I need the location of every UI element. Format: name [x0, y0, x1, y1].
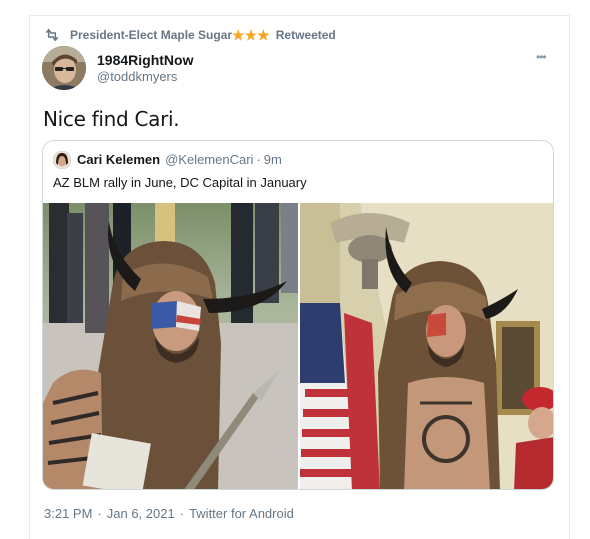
- star-icon: ★: [232, 27, 245, 43]
- tweet-time[interactable]: 3:21 PM: [44, 506, 92, 521]
- retweet-icon: [45, 28, 59, 42]
- tweet-date[interactable]: Jan 6, 2021: [107, 506, 175, 521]
- more-options-icon[interactable]: •••: [536, 51, 547, 63]
- quoted-media[interactable]: [43, 203, 553, 489]
- retweeted-label: Retweeted: [275, 28, 336, 42]
- quoted-tweet-header: Cari Kelemen @KelemenCari · 9m: [77, 152, 282, 167]
- author-avatar[interactable]: [42, 46, 86, 90]
- star-icon: ★: [257, 27, 270, 43]
- quoted-tweet-text: AZ BLM rally in June, DC Capital in Janu…: [53, 175, 307, 190]
- quoted-time: 9m: [263, 152, 282, 167]
- quoted-photo-left[interactable]: [43, 203, 298, 489]
- star-icon: ★: [244, 27, 258, 43]
- quoted-author-avatar: [53, 151, 71, 169]
- quoted-author-name: Cari Kelemen: [77, 152, 161, 167]
- quoted-author-handle: @KelemenCari: [165, 152, 254, 167]
- author-handle[interactable]: @toddkmyers: [97, 69, 177, 84]
- tweet-text: Nice find Cari.: [43, 107, 180, 131]
- separator-dot: ·: [179, 506, 185, 521]
- tweet-source[interactable]: Twitter for Android: [189, 506, 294, 521]
- retweeter-name[interactable]: President-Elect Maple Sugar: [70, 28, 232, 42]
- retweet-context[interactable]: President-Elect Maple Sugar ★ ★ ★ Retwee…: [44, 27, 336, 43]
- separator-dot: ·: [256, 152, 261, 167]
- tweet-footer: 3:21 PM · Jan 6, 2021 · Twitter for Andr…: [44, 506, 294, 521]
- separator-dot: ·: [97, 506, 102, 521]
- retweeter-stars: ★ ★ ★: [232, 28, 270, 42]
- quoted-photo-right[interactable]: [300, 203, 553, 489]
- quoted-tweet[interactable]: Cari Kelemen @KelemenCari · 9m AZ BLM ra…: [42, 140, 554, 490]
- author-name[interactable]: 1984RightNow: [97, 52, 193, 68]
